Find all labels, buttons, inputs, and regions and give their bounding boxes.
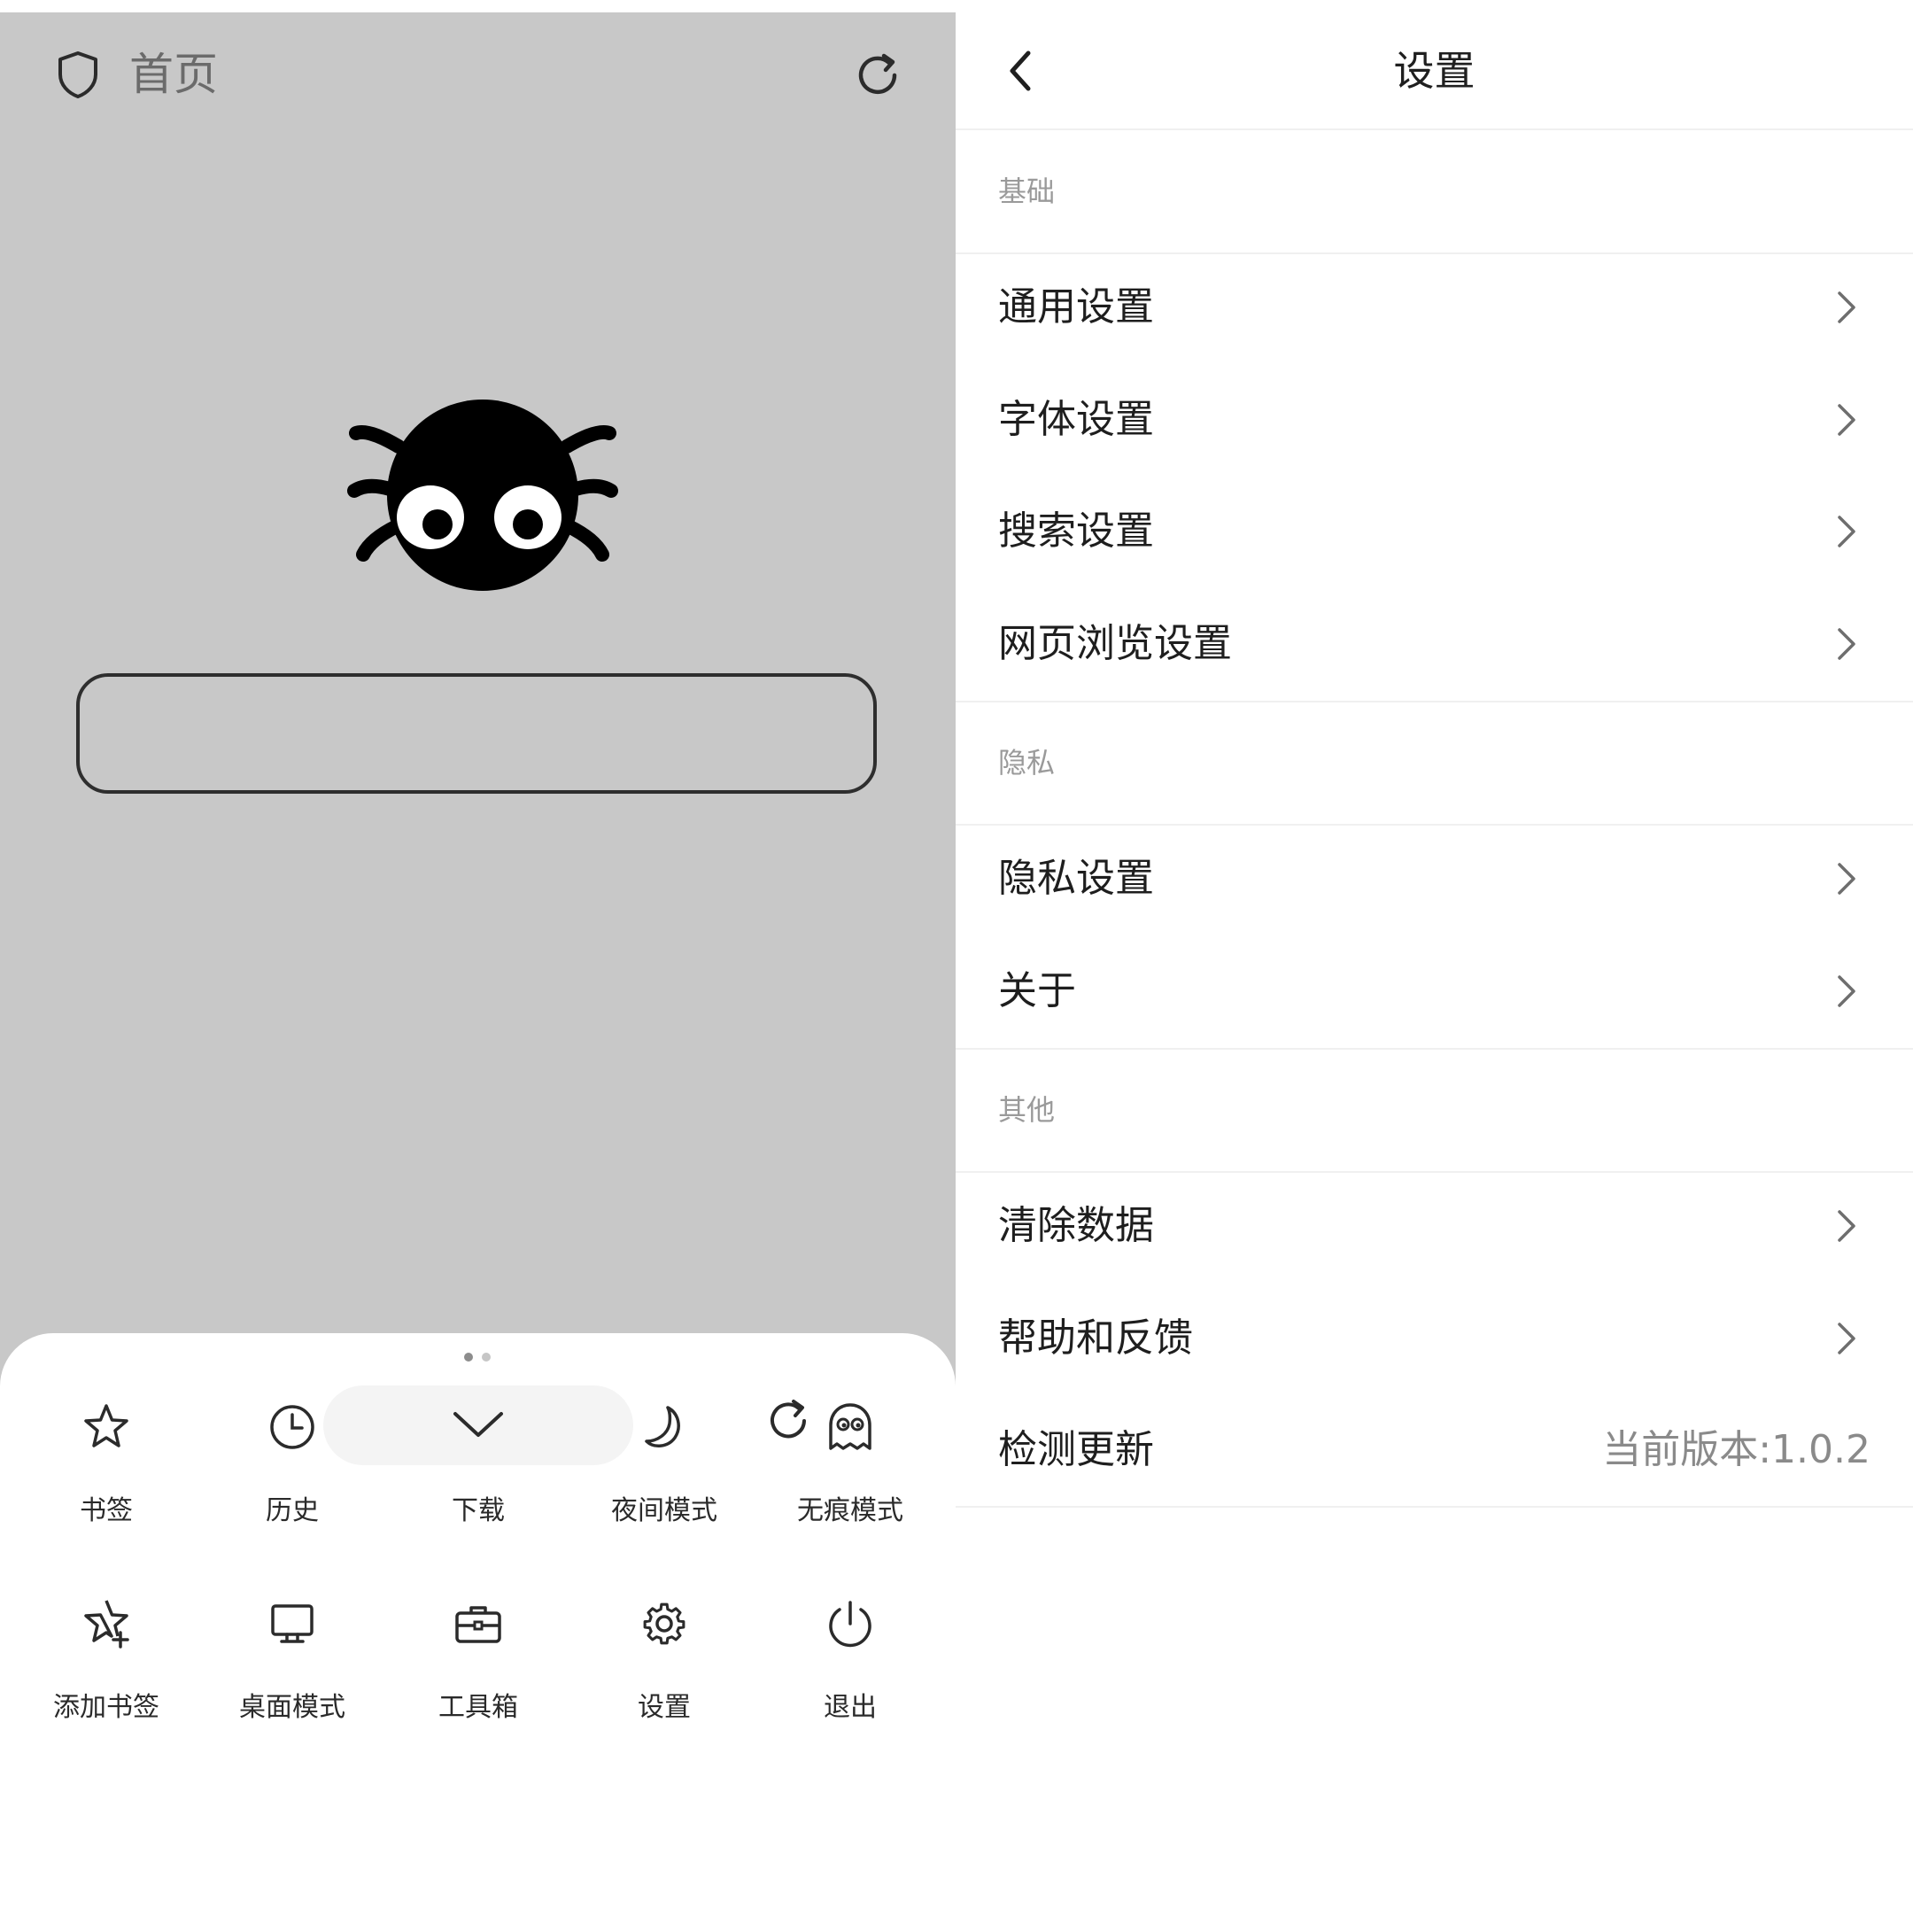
page-indicator xyxy=(464,1353,491,1362)
divider xyxy=(956,1171,1913,1173)
menu-item-settings[interactable]: 设置 xyxy=(571,1597,757,1765)
chevron-right-icon xyxy=(1838,863,1855,895)
chevron-right-icon xyxy=(1838,628,1855,660)
chevron-right-icon xyxy=(1838,516,1855,547)
row-label: 检测更新 xyxy=(998,1427,1154,1472)
page-dot-active xyxy=(464,1353,473,1362)
moon-icon xyxy=(645,1406,680,1447)
menu-item-label: 添加书签 xyxy=(53,1692,159,1723)
power-icon xyxy=(829,1601,871,1648)
divider xyxy=(956,824,1913,826)
settings-row-help-feedback[interactable]: 帮助和反馈 xyxy=(956,1290,1913,1387)
toolbox-icon xyxy=(455,1606,501,1643)
row-label: 清除数据 xyxy=(998,1203,1154,1248)
section-header: 其他 xyxy=(998,1093,1056,1127)
ghost-icon xyxy=(829,1403,871,1450)
page-title: 设置 xyxy=(1393,47,1475,95)
star-plus-icon xyxy=(84,1600,129,1649)
row-label: 搜索设置 xyxy=(998,508,1154,554)
menu-item-label: 历史 xyxy=(266,1495,319,1526)
menu-item-bookmarks[interactable]: 书签 xyxy=(13,1401,199,1569)
settings-row-clear-data[interactable]: 清除数据 xyxy=(956,1177,1913,1275)
search-input[interactable] xyxy=(76,673,877,794)
chevron-right-icon xyxy=(1838,1210,1855,1242)
row-label: 通用设置 xyxy=(998,284,1154,330)
menu-item-exit[interactable]: 退出 xyxy=(757,1597,943,1765)
menu-item-label: 工具箱 xyxy=(438,1692,518,1723)
menu-item-label: 下载 xyxy=(452,1495,505,1526)
row-label: 字体设置 xyxy=(998,397,1154,442)
version-value: 当前版本:1.0.2 xyxy=(1602,1427,1870,1472)
page-title: 首页 xyxy=(129,49,218,100)
settings-row-about[interactable]: 关于 xyxy=(956,943,1913,1040)
row-label: 隐私设置 xyxy=(998,856,1154,901)
refresh-icon[interactable] xyxy=(850,48,905,103)
menu-item-desktop-mode[interactable]: 桌面模式 xyxy=(199,1597,385,1765)
menu-item-label: 夜间模式 xyxy=(611,1495,717,1526)
settings-panel: 设置 基础 通用设置 字体设置 搜索设置 网页浏览设置 隐私 隐私设置 关于 其… xyxy=(956,0,1913,1932)
row-label: 网页浏览设置 xyxy=(998,621,1232,666)
shield-icon[interactable] xyxy=(51,48,105,101)
menu-item-label: 退出 xyxy=(824,1692,877,1723)
spider-logo-icon xyxy=(347,400,618,591)
star-icon xyxy=(84,1404,128,1447)
divider xyxy=(956,252,1913,254)
section-header: 隐私 xyxy=(998,746,1056,780)
divider xyxy=(956,1506,1913,1508)
chevron-right-icon xyxy=(1838,1323,1855,1354)
chevron-down-icon[interactable] xyxy=(452,1403,505,1447)
divider xyxy=(956,128,1913,130)
section-header: 基础 xyxy=(998,175,1056,208)
page-dot xyxy=(482,1353,491,1362)
menu-item-label: 无痕模式 xyxy=(797,1495,903,1526)
chevron-right-icon xyxy=(1838,291,1855,323)
settings-row-search[interactable]: 搜索设置 xyxy=(956,483,1913,580)
divider xyxy=(956,1048,1913,1050)
monitor-icon xyxy=(271,1604,314,1643)
divider xyxy=(956,701,1913,702)
gear-icon xyxy=(643,1602,685,1645)
settings-row-general[interactable]: 通用设置 xyxy=(956,259,1913,356)
menu-item-toolbox[interactable]: 工具箱 xyxy=(385,1597,571,1765)
settings-row-check-update[interactable]: 检测更新 当前版本:1.0.2 xyxy=(956,1401,1913,1499)
chevron-right-icon xyxy=(1838,975,1855,1007)
clock-icon xyxy=(270,1405,314,1449)
refresh-icon[interactable] xyxy=(762,1394,815,1447)
browser-home-panel: 首页 书签 历史 下载 夜间模式 无痕模式 添加书签 桌面模式 工具箱 设置 退… xyxy=(0,12,956,1932)
chevron-right-icon xyxy=(1838,404,1855,436)
row-label: 关于 xyxy=(998,968,1076,1013)
settings-row-privacy[interactable]: 隐私设置 xyxy=(956,830,1913,927)
menu-item-label: 书签 xyxy=(80,1495,133,1526)
menu-item-add-bookmark[interactable]: 添加书签 xyxy=(13,1597,199,1765)
row-label: 帮助和反馈 xyxy=(998,1315,1193,1361)
menu-item-label: 桌面模式 xyxy=(239,1692,345,1723)
settings-row-font[interactable]: 字体设置 xyxy=(956,371,1913,469)
menu-item-label: 设置 xyxy=(638,1692,691,1723)
settings-row-browsing[interactable]: 网页浏览设置 xyxy=(956,595,1913,693)
